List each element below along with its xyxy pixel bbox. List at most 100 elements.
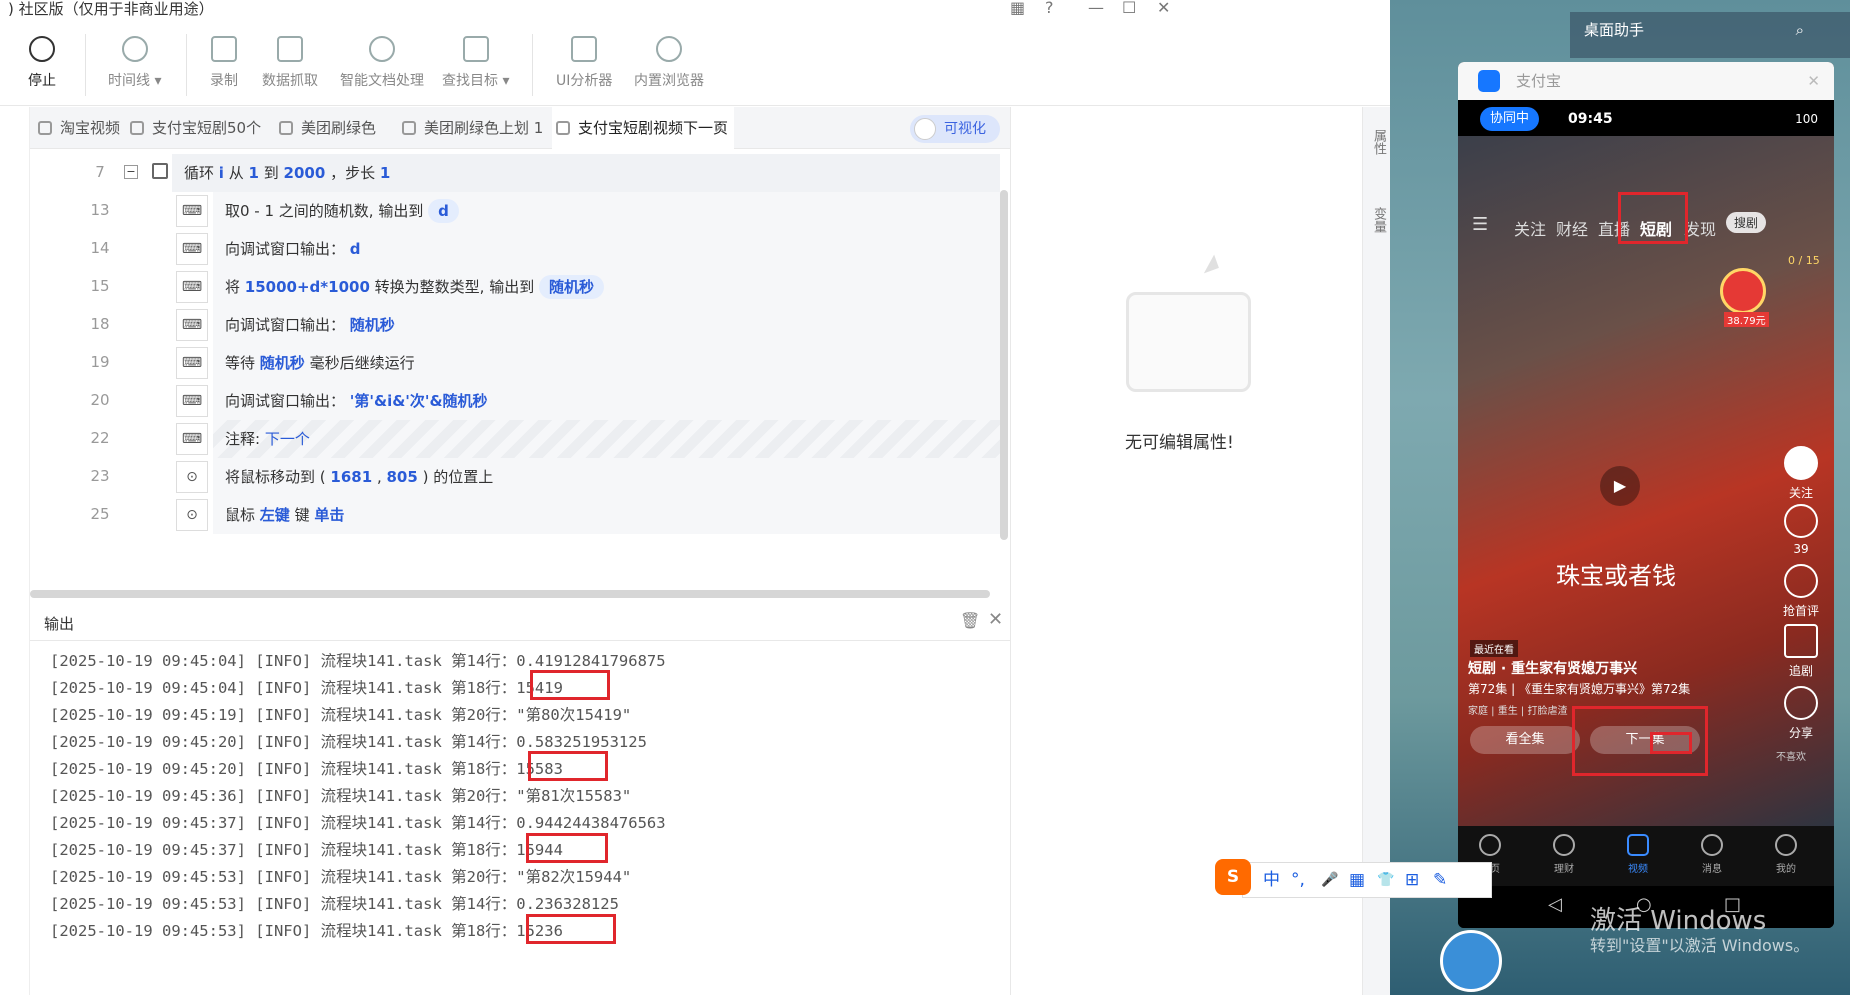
close-icon[interactable]: ✕ xyxy=(988,609,1003,630)
text: 到 xyxy=(263,164,279,182)
trash-icon[interactable]: 🗑 xyxy=(960,611,980,630)
var-chip: 随机秒 xyxy=(539,275,605,299)
nav-label: 我的 xyxy=(1776,864,1796,875)
toolbar: 停止 时间线 ▾ 录制 数据抓取 智能文档处理 查找目标 ▾ UI分析器 内置浏… xyxy=(0,16,1390,106)
text: 将鼠标移动到 ( xyxy=(225,468,326,486)
maximize-button[interactable]: ☐ xyxy=(1122,0,1136,17)
tab-meituan-green[interactable]: 美团刷绿色 xyxy=(275,107,395,149)
text: , xyxy=(376,468,382,486)
nav-messages[interactable]: 消息 xyxy=(1692,834,1732,875)
battery: 100 xyxy=(1795,112,1818,126)
record-button[interactable]: 录制 xyxy=(210,36,238,90)
mic-icon[interactable]: 🎤 xyxy=(1321,863,1338,897)
ai-icon xyxy=(369,36,395,62)
text: 等待 xyxy=(225,354,256,372)
skin-icon[interactable]: 👕 xyxy=(1377,863,1394,897)
line-number: 13 xyxy=(90,201,110,219)
red-packet-icon[interactable] xyxy=(1720,268,1766,314)
nav-me[interactable]: 我的 xyxy=(1766,834,1806,875)
toolbox-icon[interactable]: ⊞ xyxy=(1405,863,1419,897)
statement: 向调试窗口输出： '第'&i&'次'&随机秒 xyxy=(213,382,1000,420)
find-target-button[interactable]: 查找目标 ▾ xyxy=(442,36,509,90)
tab-meituan-swipe[interactable]: 美团刷绿色上划 1 xyxy=(398,107,548,149)
tab-close-icon[interactable]: ✕ xyxy=(713,107,726,149)
horizontal-scrollbar[interactable] xyxy=(30,590,990,598)
nav-video[interactable]: 视频 xyxy=(1618,834,1658,875)
timeline-button[interactable]: 时间线 ▾ xyxy=(108,36,161,90)
line-number: 25 xyxy=(90,505,110,523)
close-button[interactable]: ✕ xyxy=(1157,0,1170,17)
video-player[interactable]: ☰ 关注 财经 直播 短剧 发现 搜剧 0 / 15 38.79元 ▶ 珠宝或者… xyxy=(1458,136,1834,826)
code-row[interactable]: 25 ⊙ 鼠标 左键 键 单击 xyxy=(30,492,1000,537)
watch-all-button[interactable]: 看全集 xyxy=(1470,726,1580,754)
close-icon[interactable]: ✕ xyxy=(1807,62,1820,100)
back-icon[interactable]: ◁ xyxy=(1548,894,1562,915)
timeline-label: 时间线 ▾ xyxy=(108,73,162,89)
text: 转换为整数类型, 输出到 xyxy=(374,278,535,296)
ime-toolbar[interactable]: S 中 °, 🎤 ▦ 👕 ⊞ ✎ xyxy=(1215,859,1492,898)
video-caption: 珠宝或者钱 xyxy=(1556,562,1676,590)
ime-lang[interactable]: 中 xyxy=(1263,863,1280,897)
chase-button[interactable]: 追剧 xyxy=(1778,624,1824,679)
play-icon[interactable]: ▶ xyxy=(1600,466,1640,506)
nav-discover[interactable]: 发现 xyxy=(1684,216,1716,240)
data-capture-icon xyxy=(277,36,303,62)
follow-button[interactable]: 关注 xyxy=(1778,446,1824,501)
wealth-icon xyxy=(1553,834,1575,856)
data-capture-button[interactable]: 数据抓取 xyxy=(262,36,318,90)
nav-finance[interactable]: 财经 xyxy=(1556,216,1588,240)
stop-button[interactable]: 停止 xyxy=(28,36,56,90)
tab-alipay-next[interactable]: 支付宝短剧视频下一页 ✕ xyxy=(552,107,734,149)
ime-punct[interactable]: °, xyxy=(1291,863,1305,897)
collapse-icon[interactable]: − xyxy=(124,165,138,179)
help-icon[interactable]: ? xyxy=(1045,0,1054,17)
menu-icon[interactable]: ☰ xyxy=(1472,214,1488,235)
browser-button[interactable]: 内置浏览器 xyxy=(634,36,704,90)
user-icon xyxy=(1775,834,1797,856)
comment-button[interactable]: 抢首评 xyxy=(1778,564,1824,619)
ui-analyzer-button[interactable]: UI分析器 xyxy=(556,36,612,90)
divider xyxy=(85,34,86,96)
log-line: [2025-10-19 09:45:20] [INFO] 流程块141.task… xyxy=(50,733,647,751)
desktop-assistant[interactable]: 桌面助手 ⌕ xyxy=(1570,12,1850,58)
line-number: 22 xyxy=(90,429,110,447)
browser-label: 内置浏览器 xyxy=(634,73,704,89)
dislike-label[interactable]: 不喜欢 xyxy=(1776,748,1806,763)
tab-taobao-video[interactable]: 淘宝视频 xyxy=(34,107,134,149)
text: 向调试窗口输出： xyxy=(225,240,346,258)
sogou-logo-icon: S xyxy=(1215,859,1251,895)
line-number: 7 xyxy=(95,163,105,181)
nav-wealth[interactable]: 理财 xyxy=(1544,834,1584,875)
tab-alipay-50[interactable]: 支付宝短剧50个 xyxy=(126,107,276,149)
variables-tab[interactable]: 变量 xyxy=(1369,207,1388,233)
var-chip: d xyxy=(428,199,459,223)
brush-icon[interactable]: ✎ xyxy=(1433,863,1447,897)
search-drama-button[interactable]: 搜剧 xyxy=(1726,212,1767,233)
share-button[interactable]: 分享 xyxy=(1778,686,1824,741)
keyword: '第'&i&'次'&随机秒 xyxy=(349,392,488,410)
vertical-scrollbar[interactable] xyxy=(1000,190,1008,540)
keyboard-icon[interactable]: ▦ xyxy=(1349,863,1365,897)
smart-doc-button[interactable]: 智能文档处理 xyxy=(340,36,424,90)
progress-counter: 0 / 15 xyxy=(1788,254,1820,267)
ui-analyzer-label: UI分析器 xyxy=(556,73,613,89)
ui-analyzer-icon xyxy=(571,36,598,62)
statement: 将 15000+d*1000 转换为整数类型, 输出到 随机秒 xyxy=(213,268,1000,306)
like-button[interactable]: 39 xyxy=(1778,504,1824,556)
tab-label: 美团刷绿色 xyxy=(301,119,377,137)
show-tags: 家庭 | 重生 | 打脸虐渣 xyxy=(1468,706,1568,717)
properties-tab[interactable]: 属性 xyxy=(1369,129,1388,155)
visualize-toggle[interactable]: 可视化 xyxy=(910,115,1000,143)
divider xyxy=(532,34,533,96)
layers-icon xyxy=(130,121,144,135)
empty-box-icon xyxy=(1126,292,1251,392)
log-line: [2025-10-19 09:45:53] [INFO] 流程块141.task… xyxy=(50,922,563,940)
layout-icon[interactable]: ▦ xyxy=(1010,0,1025,17)
tab-label: 淘宝视频 xyxy=(60,119,121,137)
nav-follow[interactable]: 关注 xyxy=(1514,216,1546,240)
layers-icon xyxy=(556,121,570,135)
search-icon[interactable]: ⌕ xyxy=(1796,12,1804,48)
minimize-button[interactable]: — xyxy=(1088,0,1104,17)
floating-ball-icon[interactable] xyxy=(1440,930,1502,992)
text: 将 xyxy=(225,278,241,296)
